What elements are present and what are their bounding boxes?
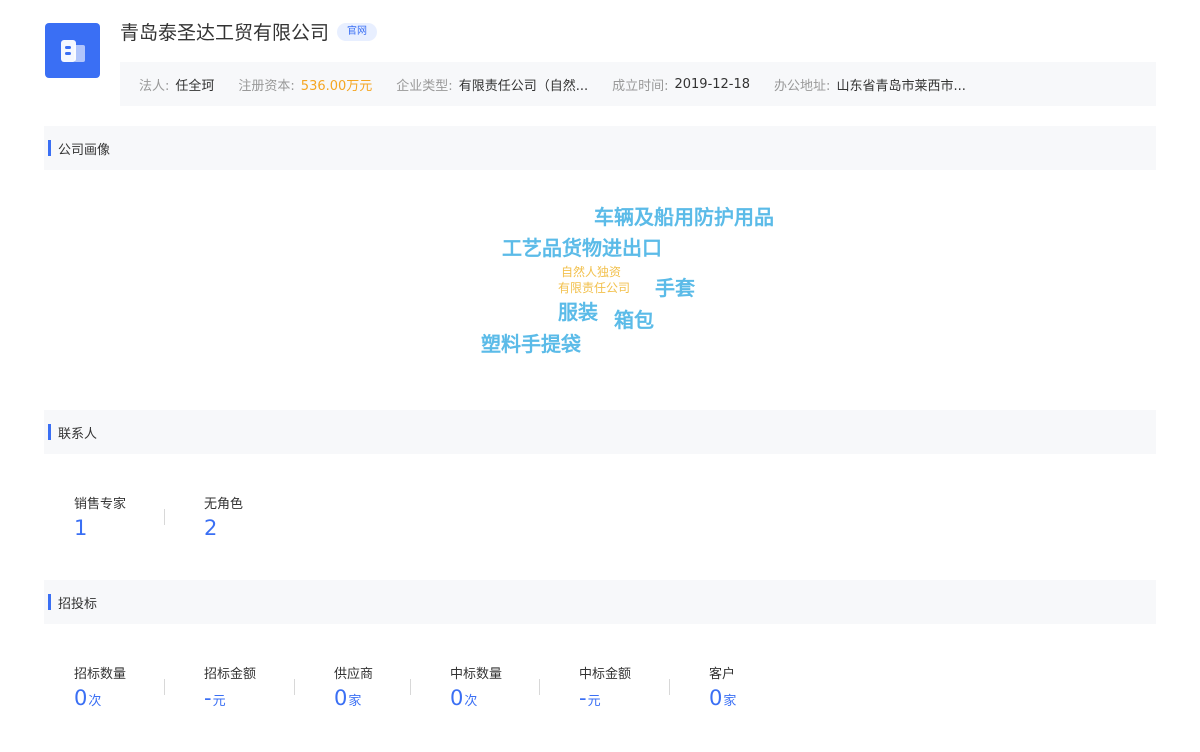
bid-stat-winning-count: 中标数量 0次 — [410, 663, 549, 714]
stat-value[interactable]: -元 — [579, 686, 679, 714]
section-title: 联系人 — [58, 426, 98, 442]
contact-stat-no-role: 无角色 2 — [164, 493, 304, 540]
stat-divider — [539, 679, 540, 695]
bid-stat-tender-amount: 招标金额 -元 — [164, 663, 304, 714]
contact-stat-sales-expert: 销售专家 1 — [44, 493, 174, 540]
word-cloud: 车辆及船用防护用品 工艺品货物进出口 自然人独资 有限责任公司 手套 服装 箱包… — [0, 170, 1200, 400]
bid-stat-customers: 客户 0家 — [669, 663, 809, 714]
stat-number: 0 — [74, 686, 88, 710]
stat-label: 供应商 — [334, 667, 374, 682]
info-label: 注册资本: — [238, 78, 295, 94]
info-registered-capital: 注册资本: 536.00万元 — [238, 75, 372, 94]
stat-value[interactable]: 0家 — [709, 686, 809, 714]
section-header-portrait: 公司画像 — [44, 126, 1156, 170]
company-header: 青岛泰圣达工贸有限公司 官网 — [120, 18, 378, 45]
info-value: 有限责任公司（自然... — [458, 78, 589, 94]
stat-label: 招标金额 — [204, 667, 257, 682]
word-cloud-item[interactable]: 车辆及船用防护用品 — [594, 201, 774, 230]
bid-stat-suppliers: 供应商 0家 — [294, 663, 420, 714]
stat-number: 0 — [450, 686, 464, 710]
stat-unit: 元 — [212, 694, 226, 709]
info-label: 法人: — [139, 78, 170, 94]
official-site-badge[interactable]: 官网 — [337, 22, 378, 41]
stat-divider — [294, 679, 295, 695]
info-value: 任全珂 — [175, 78, 215, 94]
stat-number: - — [204, 686, 212, 710]
stat-label: 销售专家 — [74, 497, 127, 512]
company-info-bar: 法人: 任全珂 注册资本: 536.00万元 企业类型: 有限责任公司（自然..… — [120, 62, 1156, 106]
stat-number: 0 — [709, 686, 723, 710]
stat-label: 中标金额 — [579, 667, 632, 682]
section-accent-bar — [48, 594, 51, 610]
word-cloud-item[interactable]: 手套 — [655, 272, 695, 301]
stat-value[interactable]: 0次 — [74, 686, 174, 714]
info-value: 山东省青岛市莱西市... — [836, 78, 966, 94]
bidding-stats: 招标数量 0次 招标金额 -元 供应商 0家 中标数量 0次 中标金额 -元 客… — [44, 663, 809, 714]
stat-label: 客户 — [709, 667, 736, 682]
stat-divider — [164, 679, 165, 695]
stat-unit: 家 — [348, 694, 362, 709]
stat-label: 无角色 — [204, 497, 244, 512]
section-header-bidding: 招投标 — [44, 580, 1156, 624]
contacts-stats: 销售专家 1 无角色 2 — [44, 493, 304, 540]
stat-divider — [410, 679, 411, 695]
bid-stat-winning-amount: 中标金额 -元 — [539, 663, 679, 714]
word-cloud-item[interactable]: 工艺品货物进出口 — [502, 232, 662, 261]
info-legal-person: 法人: 任全珂 — [139, 75, 214, 94]
stat-unit: 次 — [88, 694, 102, 709]
info-value: 2019-12-18 — [674, 76, 751, 92]
stat-value[interactable]: 2 — [204, 516, 304, 540]
info-value: 536.00万元 — [300, 78, 373, 94]
bid-stat-tender-count: 招标数量 0次 — [44, 663, 174, 714]
stat-number: - — [579, 686, 587, 710]
word-cloud-item[interactable]: 自然人独资 — [561, 263, 621, 280]
company-logo — [45, 23, 100, 78]
stat-value[interactable]: 1 — [74, 516, 174, 540]
stat-unit: 次 — [464, 694, 478, 709]
stat-value[interactable]: -元 — [204, 686, 304, 714]
section-accent-bar — [48, 424, 51, 440]
info-founded-date: 成立时间: 2019-12-18 — [612, 75, 750, 94]
word-cloud-item[interactable]: 塑料手提袋 — [481, 328, 581, 357]
word-cloud-item[interactable]: 有限责任公司 — [558, 279, 630, 296]
section-title: 招投标 — [58, 596, 98, 612]
stat-value[interactable]: 0家 — [334, 686, 420, 714]
stat-label: 中标数量 — [450, 667, 503, 682]
word-cloud-item[interactable]: 箱包 — [614, 304, 654, 333]
stat-divider — [164, 509, 165, 525]
info-label: 企业类型: — [396, 78, 453, 94]
stat-unit: 元 — [587, 694, 601, 709]
info-label: 办公地址: — [774, 78, 831, 94]
stat-value[interactable]: 0次 — [450, 686, 549, 714]
info-label: 成立时间: — [612, 78, 669, 94]
company-name: 青岛泰圣达工贸有限公司 — [120, 22, 330, 44]
stat-number: 0 — [334, 686, 348, 710]
section-accent-bar — [48, 140, 51, 156]
stat-label: 招标数量 — [74, 667, 127, 682]
section-header-contacts: 联系人 — [44, 410, 1156, 454]
word-cloud-item[interactable]: 服装 — [558, 296, 598, 325]
building-icon — [60, 39, 85, 62]
stat-unit: 家 — [723, 694, 737, 709]
stat-divider — [669, 679, 670, 695]
section-title: 公司画像 — [58, 142, 111, 158]
info-office-address: 办公地址: 山东省青岛市莱西市... — [774, 75, 966, 94]
info-company-type: 企业类型: 有限责任公司（自然... — [396, 75, 588, 94]
